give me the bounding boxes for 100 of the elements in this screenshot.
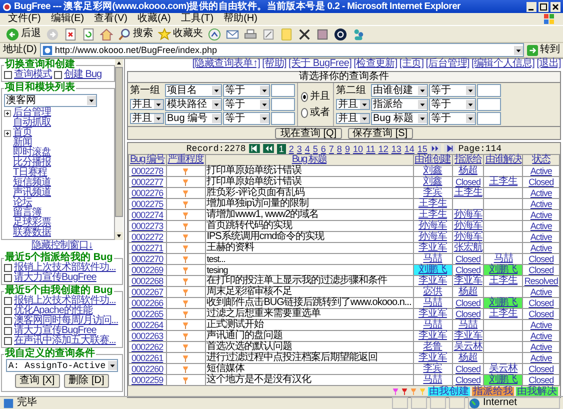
expand-icon[interactable] [4,110,11,116]
operator-dropdown[interactable]: 等于 [223,84,270,97]
value-input[interactable] [271,112,295,125]
module-link[interactable]: 后台管理 [13,108,51,118]
query-action-button[interactable]: 查询 [X] [14,374,60,388]
status-link[interactable]: Resolved [524,276,558,286]
creator-link[interactable]: 马喆 [414,375,451,385]
query-submit-button[interactable]: 现在查询 [Q] [275,128,342,139]
module-link[interactable]: 自动抓取 [13,118,51,128]
page-link[interactable]: 7 [328,144,334,154]
resolver-link[interactable]: 王李生 [485,177,522,187]
menu-item[interactable]: 工具(T) [180,14,214,24]
bug-id-link[interactable]: 0002272 [130,232,165,242]
bug-id-link[interactable]: 0002259 [130,375,165,385]
assignee-link[interactable]: 吴云林 [454,342,482,352]
status-link[interactable]: Active [524,199,558,209]
creator-link[interactable]: 宓供 [414,287,451,297]
minimize-button[interactable] [526,2,537,12]
column-header[interactable]: 指派给 [452,154,484,166]
page-link[interactable]: 13 [391,144,402,154]
nav-link[interactable]: [退出] [536,59,561,69]
creator-link[interactable]: 马喆 [414,320,451,330]
page-link[interactable]: 14 [404,144,414,154]
assignee-link[interactable]: 杨超 [454,166,482,176]
page-link[interactable]: 10 [352,144,363,154]
bug-link[interactable]: 优化Apache的性能 [14,306,92,316]
bug-id-link[interactable]: 0002269 [130,265,165,275]
creator-link[interactable]: 刘鑫 [414,177,451,187]
bug-id-link[interactable]: 0002267 [130,287,165,297]
back-button[interactable]: 后退 [6,28,41,40]
bug-checkbox[interactable] [4,317,12,325]
nav-link[interactable]: [关于 BugFree] [288,59,352,69]
media-button[interactable] [208,28,221,40]
assignee-link[interactable]: Closed [454,177,482,187]
assignee-link[interactable]: 李亚军 [454,276,482,286]
assignee-link[interactable]: 王李生 [454,188,482,198]
bug-id-link[interactable]: 0002268 [130,276,165,286]
maximize-button[interactable] [538,2,549,12]
bug-id-link[interactable]: 0002278 [130,166,165,176]
bug-id-link[interactable]: 0002264 [130,320,165,330]
status-link[interactable]: Active [524,320,558,330]
creator-link[interactable]: 李宾 [414,364,451,374]
bug-id-link[interactable]: 0002273 [130,221,165,231]
stop-button[interactable] [64,28,77,40]
assignee-link[interactable]: 张宏航 [454,243,482,253]
column-header[interactable]: Bug 标题 [205,154,414,166]
page-link[interactable]: 6 [320,144,326,154]
module-link[interactable]: 联赛数据 [13,228,51,238]
logic-radio[interactable] [301,92,308,102]
previous-page-button[interactable] [262,144,274,153]
page-link[interactable]: 4 [304,144,310,154]
status-link[interactable]: Active [524,210,558,220]
column-header[interactable]: Bug 编号 [128,154,166,166]
bug-id-link[interactable]: 0002270 [130,254,165,264]
creator-link[interactable]: 马喆 [414,254,451,264]
bug-id-link[interactable]: 0002274 [130,210,165,220]
bug-checkbox[interactable] [4,274,12,282]
mode-link[interactable]: 查询模式 [14,70,52,80]
status-link[interactable]: Closed [524,177,558,187]
module-link[interactable]: 声讯频道 [13,188,51,198]
assignee-link[interactable]: 孙海军 [454,210,482,220]
print-button[interactable] [244,28,257,40]
status-link[interactable]: Closed [524,375,558,385]
search-button[interactable]: 搜索 [118,28,153,40]
module-link[interactable]: 短信频道 [13,178,51,188]
expand-icon[interactable] [4,130,11,136]
assignee-link[interactable]: 杨超 [454,353,482,363]
bug-id-link[interactable]: 0002262 [130,342,165,352]
status-link[interactable]: Closed [524,298,558,308]
creator-link[interactable]: 老鲁 [414,342,451,352]
menu-item[interactable]: 帮助(H) [224,14,258,24]
bug-link[interactable]: 请大力宣传BugFree [14,326,96,336]
menu-item[interactable]: 查看(V) [94,14,128,24]
assignee-link[interactable]: Closed [454,375,482,385]
bug-checkbox[interactable] [4,307,12,315]
page-link[interactable]: 12 [378,144,388,154]
home-button[interactable] [100,28,113,40]
join-dropdown[interactable]: 并且 [336,99,370,110]
bug-link[interactable]: 报销上次技术部软件功... [14,263,116,273]
operator-dropdown[interactable]: 等于 [429,98,476,111]
bug-link[interactable]: 澳客网同时每周/月访问... [14,316,118,326]
column-header[interactable]: 状态 [522,154,560,166]
scrollbar[interactable] [115,59,123,240]
value-input[interactable] [477,98,501,111]
bug-checkbox[interactable] [4,337,12,345]
status-link[interactable]: Closed [524,265,558,275]
status-link[interactable]: Active [524,353,558,363]
page-link[interactable]: 11 [366,144,376,154]
assignee-link[interactable]: 李亚军 [454,331,482,341]
module-link[interactable]: 即时滚盘 [13,148,51,158]
resolver-link[interactable]: 马喆 [485,254,522,264]
creator-link[interactable]: 刘鹏飞 [414,265,451,275]
project-dropdown[interactable]: 澳客网 [4,94,97,107]
bug-id-link[interactable]: 0002265 [130,309,165,319]
first-page-button[interactable] [248,144,260,153]
close-button[interactable] [550,2,561,12]
page-link[interactable]: 9 [344,144,350,154]
join-dropdown[interactable]: 并且 [130,113,164,124]
nav-link[interactable]: [隐藏查询表单↑] [192,59,260,69]
creator-link[interactable]: 李亚军 [414,309,451,319]
